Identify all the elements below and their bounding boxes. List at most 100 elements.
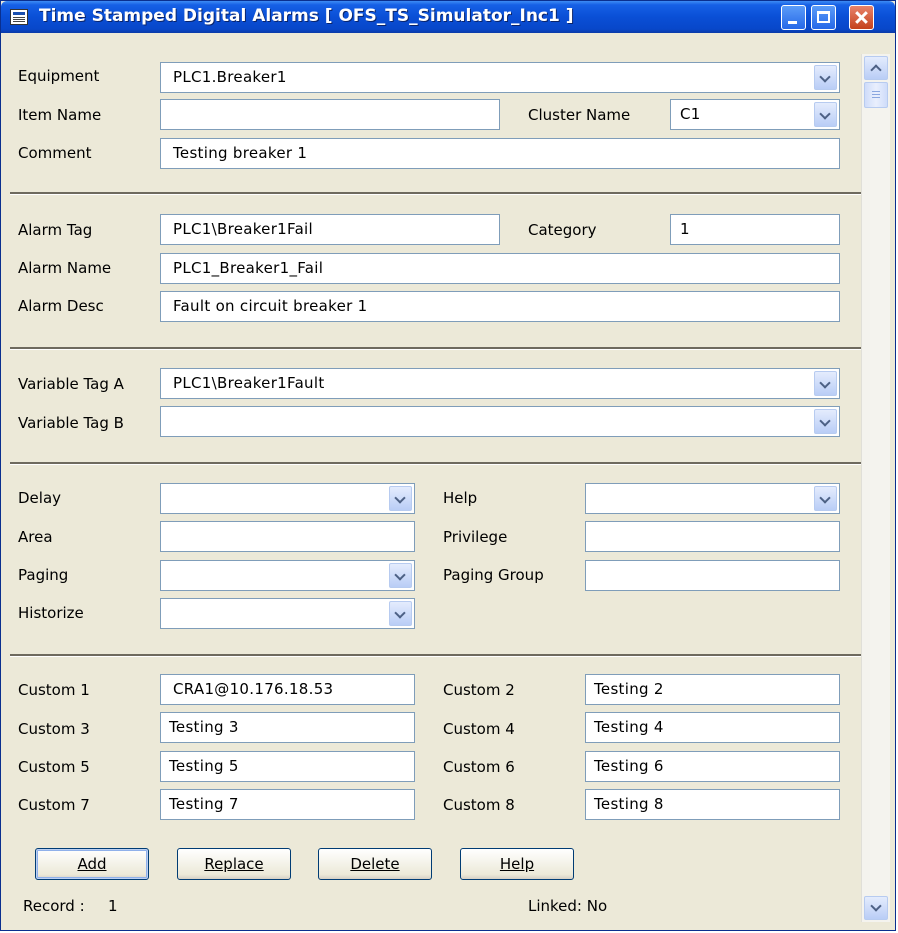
title-bar[interactable]: Time Stamped Digital Alarms [ OFS_TS_Sim… (1, 1, 895, 33)
custom-4-value: Testing 4 (594, 718, 664, 736)
equipment-value: PLC1.Breaker1 (173, 68, 287, 86)
maximize-button[interactable] (811, 5, 836, 30)
chevron-down-icon[interactable] (389, 601, 412, 626)
alarm-desc-input[interactable]: Fault on circuit breaker 1 (160, 291, 840, 322)
alarm-name-label: Alarm Name (18, 259, 112, 277)
section-divider (10, 347, 861, 350)
item-name-label: Item Name (18, 106, 102, 124)
section-divider (10, 192, 861, 195)
linked-status: Linked: No (528, 897, 608, 915)
scrollbar-thumb[interactable] (864, 82, 888, 108)
privilege-input[interactable] (585, 521, 840, 552)
paging-group-input[interactable] (585, 560, 840, 591)
equipment-combobox[interactable]: PLC1.Breaker1 (160, 62, 840, 93)
chevron-down-icon[interactable] (389, 486, 412, 511)
app-window-icon[interactable] (10, 9, 28, 25)
alarm-tag-label: Alarm Tag (18, 221, 93, 239)
record-label: Record : (23, 897, 85, 915)
custom-4-label: Custom 4 (443, 720, 515, 738)
cluster-name-value: C1 (680, 105, 701, 123)
help-button[interactable]: Help (460, 848, 574, 880)
chevron-down-icon[interactable] (389, 563, 412, 588)
custom-1-value: CRA1@10.176.18.53 (173, 680, 334, 698)
alarm-tag-value: PLC1\Breaker1Fail (173, 220, 313, 238)
category-input[interactable]: 1 (670, 214, 840, 245)
custom-2-input[interactable]: Testing 2 (585, 674, 840, 705)
comment-value: Testing breaker 1 (173, 144, 308, 162)
comment-label: Comment (18, 144, 92, 162)
custom-3-input[interactable]: Testing 3 (160, 712, 415, 743)
help-label: Help (443, 489, 478, 507)
privilege-label: Privilege (443, 528, 508, 546)
area-label: Area (18, 528, 53, 546)
custom-3-value: Testing 3 (169, 718, 239, 736)
chevron-down-icon[interactable] (814, 409, 837, 434)
comment-input[interactable]: Testing breaker 1 (160, 138, 840, 169)
section-divider (10, 462, 861, 465)
custom-6-label: Custom 6 (443, 758, 515, 776)
chevron-down-icon[interactable] (814, 371, 837, 396)
close-button[interactable] (849, 5, 874, 30)
custom-4-input[interactable]: Testing 4 (585, 712, 840, 743)
maximize-icon (817, 11, 830, 23)
custom-5-value: Testing 5 (169, 757, 239, 775)
historize-combobox[interactable] (160, 598, 415, 629)
custom-8-value: Testing 8 (594, 795, 664, 813)
custom-2-label: Custom 2 (443, 681, 515, 699)
variable-tag-a-label: Variable Tag A (18, 375, 124, 393)
form-area: Equipment PLC1.Breaker1 Item Name Cluste… (8, 50, 861, 922)
window-title: Time Stamped Digital Alarms [ OFS_TS_Sim… (39, 6, 574, 26)
item-name-input[interactable] (160, 99, 500, 130)
paging-group-label: Paging Group (443, 566, 544, 584)
dialog-window: Time Stamped Digital Alarms [ OFS_TS_Sim… (0, 0, 896, 931)
custom-7-label: Custom 7 (18, 796, 90, 814)
scroll-down-arrow-icon[interactable] (864, 896, 888, 920)
paging-label: Paging (18, 566, 69, 584)
custom-1-label: Custom 1 (18, 681, 90, 699)
replace-button[interactable]: Replace (177, 848, 291, 880)
custom-1-input[interactable]: CRA1@10.176.18.53 (160, 674, 415, 705)
minimize-icon (788, 21, 797, 24)
area-input[interactable] (160, 521, 415, 552)
variable-tag-a-combobox[interactable]: PLC1\Breaker1Fault (160, 368, 840, 399)
custom-5-label: Custom 5 (18, 758, 90, 776)
alarm-tag-input[interactable]: PLC1\Breaker1Fail (160, 214, 500, 245)
custom-7-value: Testing 7 (169, 795, 239, 813)
custom-8-label: Custom 8 (443, 796, 515, 814)
custom-5-input[interactable]: Testing 5 (160, 751, 415, 782)
historize-label: Historize (18, 604, 84, 622)
scroll-up-arrow-icon[interactable] (864, 56, 888, 80)
chevron-down-icon[interactable] (814, 486, 837, 511)
record-value: 1 (108, 897, 118, 915)
paging-combobox[interactable] (160, 560, 415, 591)
custom-7-input[interactable]: Testing 7 (160, 789, 415, 820)
alarm-desc-label: Alarm Desc (18, 297, 104, 315)
category-value: 1 (680, 220, 690, 238)
chevron-down-icon[interactable] (814, 65, 837, 90)
variable-tag-a-value: PLC1\Breaker1Fault (173, 374, 325, 392)
vertical-scrollbar[interactable] (861, 54, 890, 922)
minimize-button[interactable] (781, 5, 806, 30)
variable-tag-b-combobox[interactable] (160, 406, 840, 437)
close-icon (850, 6, 873, 29)
custom-6-value: Testing 6 (594, 757, 664, 775)
category-label: Category (528, 221, 597, 239)
alarm-name-value: PLC1_Breaker1_Fail (173, 259, 324, 277)
chevron-down-icon[interactable] (814, 102, 837, 127)
variable-tag-b-label: Variable Tag B (18, 414, 124, 432)
cluster-name-label: Cluster Name (528, 106, 631, 124)
add-button[interactable]: Add (35, 848, 149, 880)
help-combobox[interactable] (585, 483, 840, 514)
section-divider (10, 654, 861, 657)
alarm-name-input[interactable]: PLC1_Breaker1_Fail (160, 253, 840, 284)
delete-button[interactable]: Delete (318, 848, 432, 880)
cluster-name-combobox[interactable]: C1 (670, 99, 840, 130)
custom-3-label: Custom 3 (18, 720, 90, 738)
custom-8-input[interactable]: Testing 8 (585, 789, 840, 820)
equipment-label: Equipment (18, 67, 100, 85)
delay-combobox[interactable] (160, 483, 415, 514)
custom-6-input[interactable]: Testing 6 (585, 751, 840, 782)
custom-2-value: Testing 2 (594, 680, 664, 698)
alarm-desc-value: Fault on circuit breaker 1 (173, 297, 368, 315)
delay-label: Delay (18, 489, 62, 507)
